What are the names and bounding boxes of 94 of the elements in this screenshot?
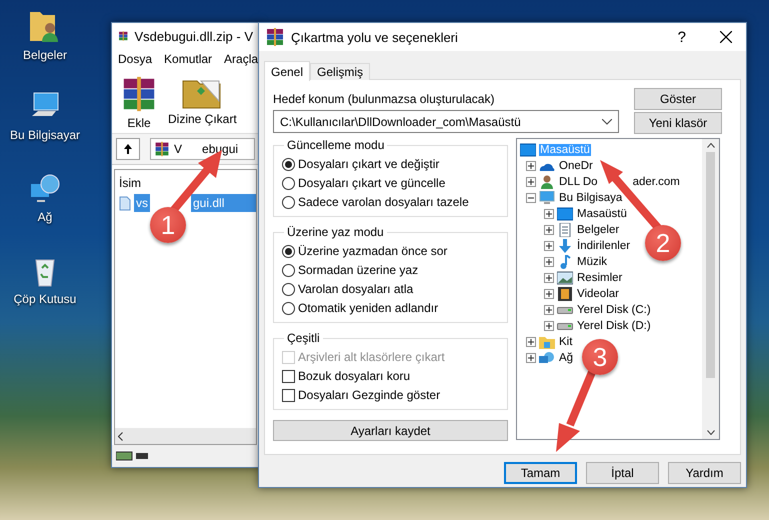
expand-icon[interactable] [544,289,554,299]
radio-option[interactable]: Varolan dosyaları atla [282,281,499,297]
tree-item[interactable]: Müzik [576,256,608,268]
radio-option[interactable]: Otomatik yeniden adlandır [282,300,499,316]
status-drive-icon [116,450,150,462]
menu-item[interactable]: Komutlar [164,52,212,68]
tree-item[interactable]: Yerel Disk (D:) [576,320,652,332]
tree-item[interactable]: Resimler [576,272,624,284]
radio-button[interactable] [282,158,295,170]
tree-item[interactable]: DLL Do [558,176,599,188]
tree-item-text[interactable]: ader.com [632,176,681,188]
library-folder-icon [539,335,555,349]
tree-item[interactable]: Kit [558,336,574,348]
checkbox-option[interactable]: Dosyaları Gezginde göster [282,387,499,403]
archive-books-icon [154,141,170,157]
desktop-icon-label[interactable]: Ağ [38,210,52,224]
expand-icon[interactable] [544,273,554,283]
radio-button[interactable] [282,264,295,276]
download-arrow-icon [557,239,573,253]
dialog-button[interactable]: Tamam [504,462,577,484]
address-field[interactable]: V ebugui [150,138,255,160]
scroll-down-icon[interactable] [706,430,714,435]
chevron-down-icon [602,118,612,124]
desktop-icon [557,207,573,221]
radio-option[interactable]: Dosyaları çıkart ve güncelle [282,175,499,191]
computer-icon [539,191,555,205]
document-icon [557,223,573,237]
radio-button[interactable] [282,244,295,258]
help-button[interactable]: ? [678,28,686,46]
save-settings-button[interactable]: Ayarları kaydet [273,420,508,441]
up-arrow-icon [124,144,132,154]
user-icon [539,175,555,189]
film-strip-icon [557,287,573,301]
tree-item[interactable]: Bu Bilgisaya [558,192,624,204]
expand-icon[interactable] [544,225,554,235]
desktop-icon-label[interactable]: Çöp Kutusu [14,292,76,306]
checkbox-option[interactable]: Bozuk dosyaları koru [282,368,499,384]
tree-item[interactable]: OneDr [558,160,594,172]
window-title: Çıkartma yolu ve seçenekleri [291,30,458,44]
archive-books-icon [265,27,285,47]
destination-field[interactable]: C:\Kullanıcılar\DllDownloader_com\Masaüstü [273,110,619,133]
expand-icon[interactable] [526,161,536,171]
scroll-up-icon[interactable] [706,143,714,148]
expand-icon[interactable] [544,321,554,331]
tree-item[interactable]: Ağ [558,352,574,364]
up-folder-button[interactable] [116,138,140,160]
radio-option[interactable]: Sadece varolan dosyaları tazele [282,194,499,210]
expand-icon[interactable] [526,337,536,347]
desktop-icon [520,143,536,157]
tab[interactable]: Genel [264,61,310,81]
checkbox[interactable] [282,370,295,382]
dialog-button[interactable]: Yardım [668,462,741,484]
expand-icon[interactable] [544,209,554,219]
expand-icon[interactable] [544,257,554,267]
expand-icon[interactable] [544,241,554,251]
radio-button[interactable] [282,176,295,190]
dialog-button[interactable]: Göster [634,88,722,110]
radio-button[interactable] [282,302,295,314]
expand-icon[interactable] [544,305,554,315]
group-title: Güncelleme modu [286,138,386,152]
close-icon[interactable] [720,31,732,43]
field-label: Hedef konum (bulunmazsa oluşturulacak) [273,92,496,106]
scroll-left-icon[interactable] [118,432,123,440]
window-title: Vsdebugui.dll.zip - V [134,28,253,44]
picture-icon [557,271,573,285]
radio-option[interactable]: Dosyaları çıkart ve değiştir [282,156,499,172]
expand-icon[interactable] [526,177,536,187]
menu-item[interactable]: Dosya [118,52,152,68]
menu-item[interactable]: Araçla [224,52,258,68]
radio-button[interactable] [282,282,295,296]
desktop-icon-label[interactable]: Belgeler [22,48,68,62]
scrollbar-thumb[interactable] [706,152,715,378]
toolbar-button[interactable]: Ekle [120,75,158,131]
radio-option[interactable]: Üzerine yazmadan önce sor [282,243,499,259]
radio-button[interactable] [282,196,295,208]
tree-item[interactable]: İndirilenler [576,240,632,252]
radio-option[interactable]: Sormadan üzerine yaz [282,262,499,278]
desktop-icon-label[interactable]: Bu Bilgisayar [10,128,80,142]
dialog-button[interactable]: İptal [586,462,659,484]
group-title: Üzerine yaz modu [286,225,385,239]
network-icon [539,351,555,365]
column-header[interactable]: İsim [115,170,256,194]
expand-icon[interactable] [526,353,536,363]
tree-item[interactable]: Belgeler [576,224,620,236]
toolbar-button[interactable]: Dizine Çıkart [168,75,237,131]
tree-item[interactable]: Videolar [576,288,620,300]
dialog-button[interactable]: Yeni klasör [634,112,722,134]
collapse-icon[interactable] [526,193,536,203]
checkbox[interactable] [282,388,295,402]
group-title: Çeşitli [286,331,321,345]
tree-item[interactable]: Masaüstü [576,208,628,220]
tree-item[interactable]: Yerel Disk (C:) [576,304,652,316]
tab[interactable]: Gelişmiş [310,63,370,80]
file-icon [119,196,131,210]
